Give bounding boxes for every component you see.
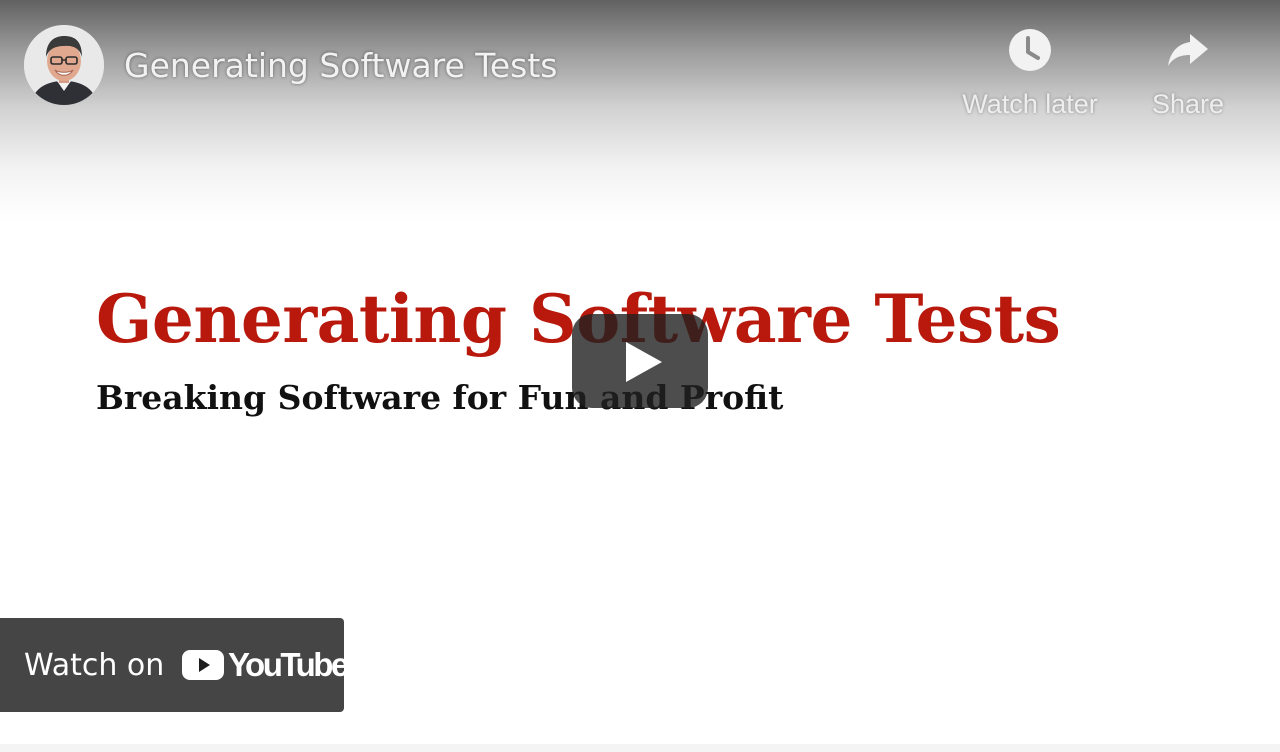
watch-later-label: Watch later [962, 89, 1098, 119]
watch-on-label: Watch on [24, 648, 165, 683]
channel-avatar[interactable] [24, 25, 104, 105]
play-button[interactable] [572, 314, 708, 408]
video-player[interactable]: Generating Software Tests Watch later Sh… [0, 0, 1280, 744]
share-label: Share [1151, 89, 1225, 119]
watch-later-button[interactable]: Watch later [952, 28, 1108, 120]
clock-icon [952, 28, 1108, 79]
share-arrow-icon [1140, 28, 1236, 79]
share-button[interactable]: Share [1140, 28, 1236, 120]
youtube-logo-icon [182, 650, 224, 680]
play-icon [626, 342, 662, 382]
video-title-link[interactable]: Generating Software Tests [124, 46, 557, 85]
presenter-avatar-icon [24, 25, 104, 105]
youtube-wordmark: YouTube [228, 646, 349, 683]
watch-on-youtube-button[interactable]: Watch on YouTube [0, 618, 349, 712]
